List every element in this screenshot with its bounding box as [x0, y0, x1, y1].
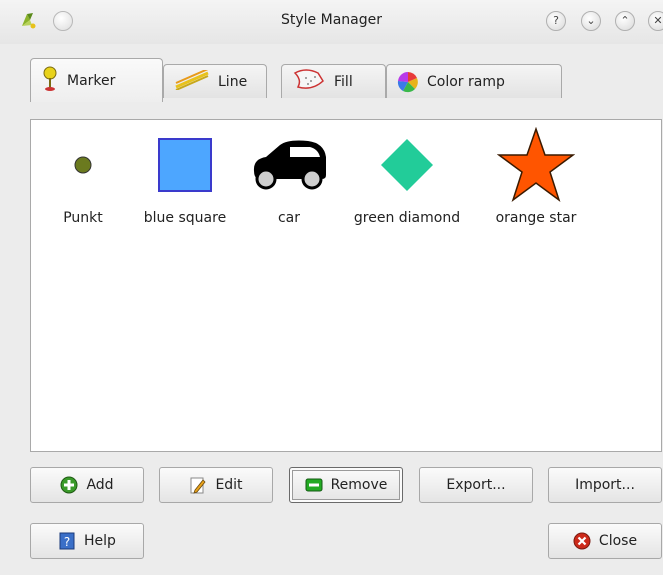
help-icon[interactable]: ? [546, 11, 566, 31]
edit-icon [189, 476, 207, 494]
import-label: Import... [575, 477, 635, 493]
title-bar: Style Manager ? ⌄ ⌃ ✕ [0, 0, 663, 44]
maximize-icon[interactable]: ⌃ [615, 11, 635, 31]
export-button[interactable]: Export... [419, 467, 533, 503]
remove-button[interactable]: Remove [289, 467, 403, 503]
svg-text:?: ? [64, 535, 70, 549]
tab-fill[interactable]: Fill [281, 64, 386, 98]
star-marker-icon [483, 127, 589, 202]
tab-marker[interactable]: Marker [30, 58, 163, 102]
edit-button[interactable]: Edit [159, 467, 273, 503]
tab-line[interactable]: Line [163, 64, 267, 98]
remove-label: Remove [330, 477, 388, 493]
car-marker-icon [249, 130, 329, 200]
symbol-label: green diamond [353, 210, 461, 226]
tab-label: Color ramp [427, 73, 505, 90]
color-ramp-icon [397, 71, 419, 93]
add-icon [60, 476, 78, 494]
help-button[interactable]: ? Help [30, 523, 144, 559]
symbol-label: orange star [495, 210, 577, 226]
line-icon [174, 67, 210, 94]
remove-icon [305, 476, 323, 494]
list-item-punkt[interactable]: Punkt [53, 130, 113, 226]
style-manager-window: Style Manager ? ⌄ ⌃ ✕ Marker Line Fill C… [0, 0, 663, 575]
symbol-label: Punkt [63, 210, 103, 226]
minimize-icon[interactable]: ⌄ [581, 11, 601, 31]
help-book-icon: ? [58, 532, 76, 550]
close-icon[interactable]: ✕ [648, 11, 663, 31]
tab-color-ramp[interactable]: Color ramp [386, 64, 562, 98]
symbol-label: blue square [143, 210, 227, 226]
close-circle-icon [573, 532, 591, 550]
list-item-car[interactable]: car [249, 130, 329, 226]
export-label: Export... [446, 477, 506, 493]
diamond-marker-icon [339, 130, 475, 200]
tab-label: Fill [334, 73, 353, 90]
list-item-orange-star[interactable]: orange star [483, 127, 589, 226]
symbol-label: car [277, 210, 301, 226]
square-marker-icon [129, 130, 241, 200]
close-label: Close [598, 533, 638, 549]
edit-label: Edit [215, 477, 243, 493]
list-item-blue-square[interactable]: blue square [129, 130, 241, 226]
list-item-green-diamond[interactable]: green diamond [339, 130, 475, 226]
help-label: Help [84, 533, 116, 549]
import-button[interactable]: Import... [548, 467, 662, 503]
fill-icon [292, 68, 326, 95]
add-button[interactable]: Add [30, 467, 144, 503]
add-label: Add [86, 477, 114, 493]
tab-label: Marker [67, 72, 116, 89]
circle-marker-icon [53, 130, 113, 200]
tab-label: Line [218, 73, 248, 90]
marker-icon [41, 66, 59, 96]
symbol-list[interactable]: Punkt blue square car green diamond oran… [30, 119, 662, 452]
close-button[interactable]: Close [548, 523, 662, 559]
